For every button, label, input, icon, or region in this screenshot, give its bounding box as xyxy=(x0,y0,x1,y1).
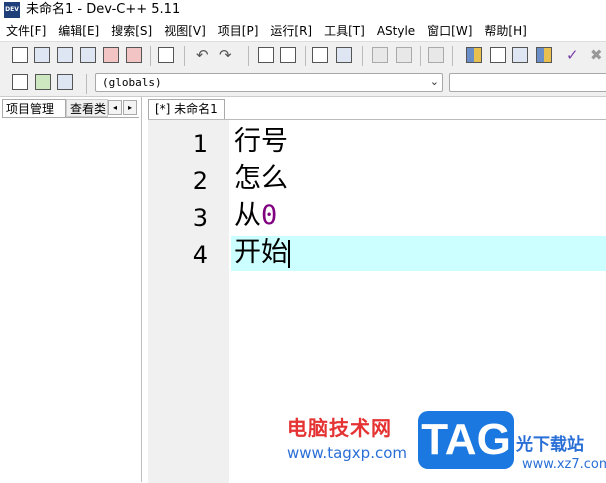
menu-search[interactable]: 搜索[S] xyxy=(105,22,158,40)
save-all-icon[interactable] xyxy=(80,47,96,63)
find-icon[interactable] xyxy=(258,47,274,63)
undo-icon[interactable]: ↶ xyxy=(196,45,209,65)
chevron-down-icon: ⌄ xyxy=(429,75,439,88)
compile-icon[interactable] xyxy=(372,47,388,63)
line-number: 2 xyxy=(192,167,208,195)
project-tree[interactable] xyxy=(2,117,139,480)
watermark-url: www.tagxp.com xyxy=(287,444,407,462)
open-file-icon[interactable] xyxy=(34,47,50,63)
project-panel: 项目管理 查看类 ◂ ▸ xyxy=(0,97,142,482)
bookmark-icon[interactable] xyxy=(57,74,73,90)
editor-tab[interactable]: [*] 未命名1 xyxy=(148,99,225,119)
tab-class-view[interactable]: 查看类 xyxy=(66,99,108,117)
toolbar-separator xyxy=(420,46,421,66)
close-icon[interactable] xyxy=(103,47,119,63)
class-browser-icon[interactable] xyxy=(512,47,528,63)
secondary-toolbar: (globals) ⌄ xyxy=(0,70,606,97)
watermark-site-name: 电脑技术网 xyxy=(287,416,392,440)
redo-icon[interactable]: ↷ xyxy=(219,45,232,65)
menu-window[interactable]: 窗口[W] xyxy=(421,22,478,40)
close-all-icon[interactable] xyxy=(126,47,142,63)
menu-view[interactable]: 视图[V] xyxy=(158,22,212,40)
code-line[interactable]: 开始 xyxy=(234,235,290,271)
print-icon[interactable] xyxy=(158,47,174,63)
compile-run-icon[interactable] xyxy=(428,47,444,63)
toolbar-separator xyxy=(362,46,363,66)
toolbar-separator xyxy=(305,46,306,66)
toolbar-separator xyxy=(452,46,453,66)
main-toolbar: ↶ ↷ ✓ ✖ xyxy=(0,41,606,71)
toolbar-separator xyxy=(150,46,151,66)
watermark-right-text: 光下载站 xyxy=(516,435,584,455)
add-icon[interactable] xyxy=(35,74,51,90)
tab-scroll-left-icon[interactable]: ◂ xyxy=(108,100,122,115)
menu-astyle[interactable]: AStyle xyxy=(371,22,421,40)
text-caret xyxy=(288,239,290,268)
watermark-logo: TAG xyxy=(418,411,514,469)
indent-icon[interactable] xyxy=(336,47,352,63)
view-icon[interactable] xyxy=(536,47,552,63)
new-project-icon[interactable] xyxy=(490,47,506,63)
menu-run[interactable]: 运行[R] xyxy=(264,22,318,40)
check-icon[interactable]: ✓ xyxy=(566,45,579,65)
insert-icon[interactable] xyxy=(12,74,28,90)
stop-icon[interactable]: ✖ xyxy=(590,45,603,65)
menu-file[interactable]: 文件[F] xyxy=(0,22,52,40)
app-icon: DEV xyxy=(4,2,20,18)
menu-tools[interactable]: 工具[T] xyxy=(318,22,371,40)
menu-edit[interactable]: 编辑[E] xyxy=(52,22,105,40)
code-text: 开始 xyxy=(234,237,288,268)
line-number: 1 xyxy=(192,130,208,158)
run-icon[interactable] xyxy=(396,47,412,63)
menu-project[interactable]: 项目[P] xyxy=(212,22,265,40)
code-text: 从 xyxy=(234,200,261,231)
watermark-right-url: www.xz7.com xyxy=(522,457,606,472)
rebuild-icon[interactable] xyxy=(466,47,482,63)
toolbar-separator xyxy=(184,46,185,66)
scope-select[interactable]: (globals) ⌄ xyxy=(95,73,443,92)
save-icon[interactable] xyxy=(57,47,73,63)
tab-scroll-right-icon[interactable]: ▸ xyxy=(123,100,137,115)
toolbar-separator xyxy=(248,46,249,66)
window-title: 未命名1 - Dev-C++ 5.11 xyxy=(26,2,181,17)
number-literal: 0 xyxy=(261,200,278,231)
goto-icon[interactable] xyxy=(312,47,328,63)
code-line[interactable]: 行号 xyxy=(234,124,288,160)
toolbar-separator xyxy=(86,74,87,94)
scope-value: (globals) xyxy=(102,76,162,89)
line-number: 4 xyxy=(192,241,208,269)
new-file-icon[interactable] xyxy=(12,47,28,63)
tab-project-manager[interactable]: 项目管理 xyxy=(2,99,66,117)
function-select[interactable] xyxy=(449,73,606,92)
title-bar: DEV 未命名1 - Dev-C++ 5.11 xyxy=(0,0,606,20)
menu-bar: 文件[F] 编辑[E] 搜索[S] 视图[V] 项目[P] 运行[R] 工具[T… xyxy=(0,21,606,41)
line-number: 3 xyxy=(192,204,208,232)
code-line[interactable]: 从0 xyxy=(234,198,277,234)
code-line[interactable]: 怎么 xyxy=(234,161,288,197)
menu-help[interactable]: 帮助[H] xyxy=(478,22,532,40)
replace-icon[interactable] xyxy=(280,47,296,63)
